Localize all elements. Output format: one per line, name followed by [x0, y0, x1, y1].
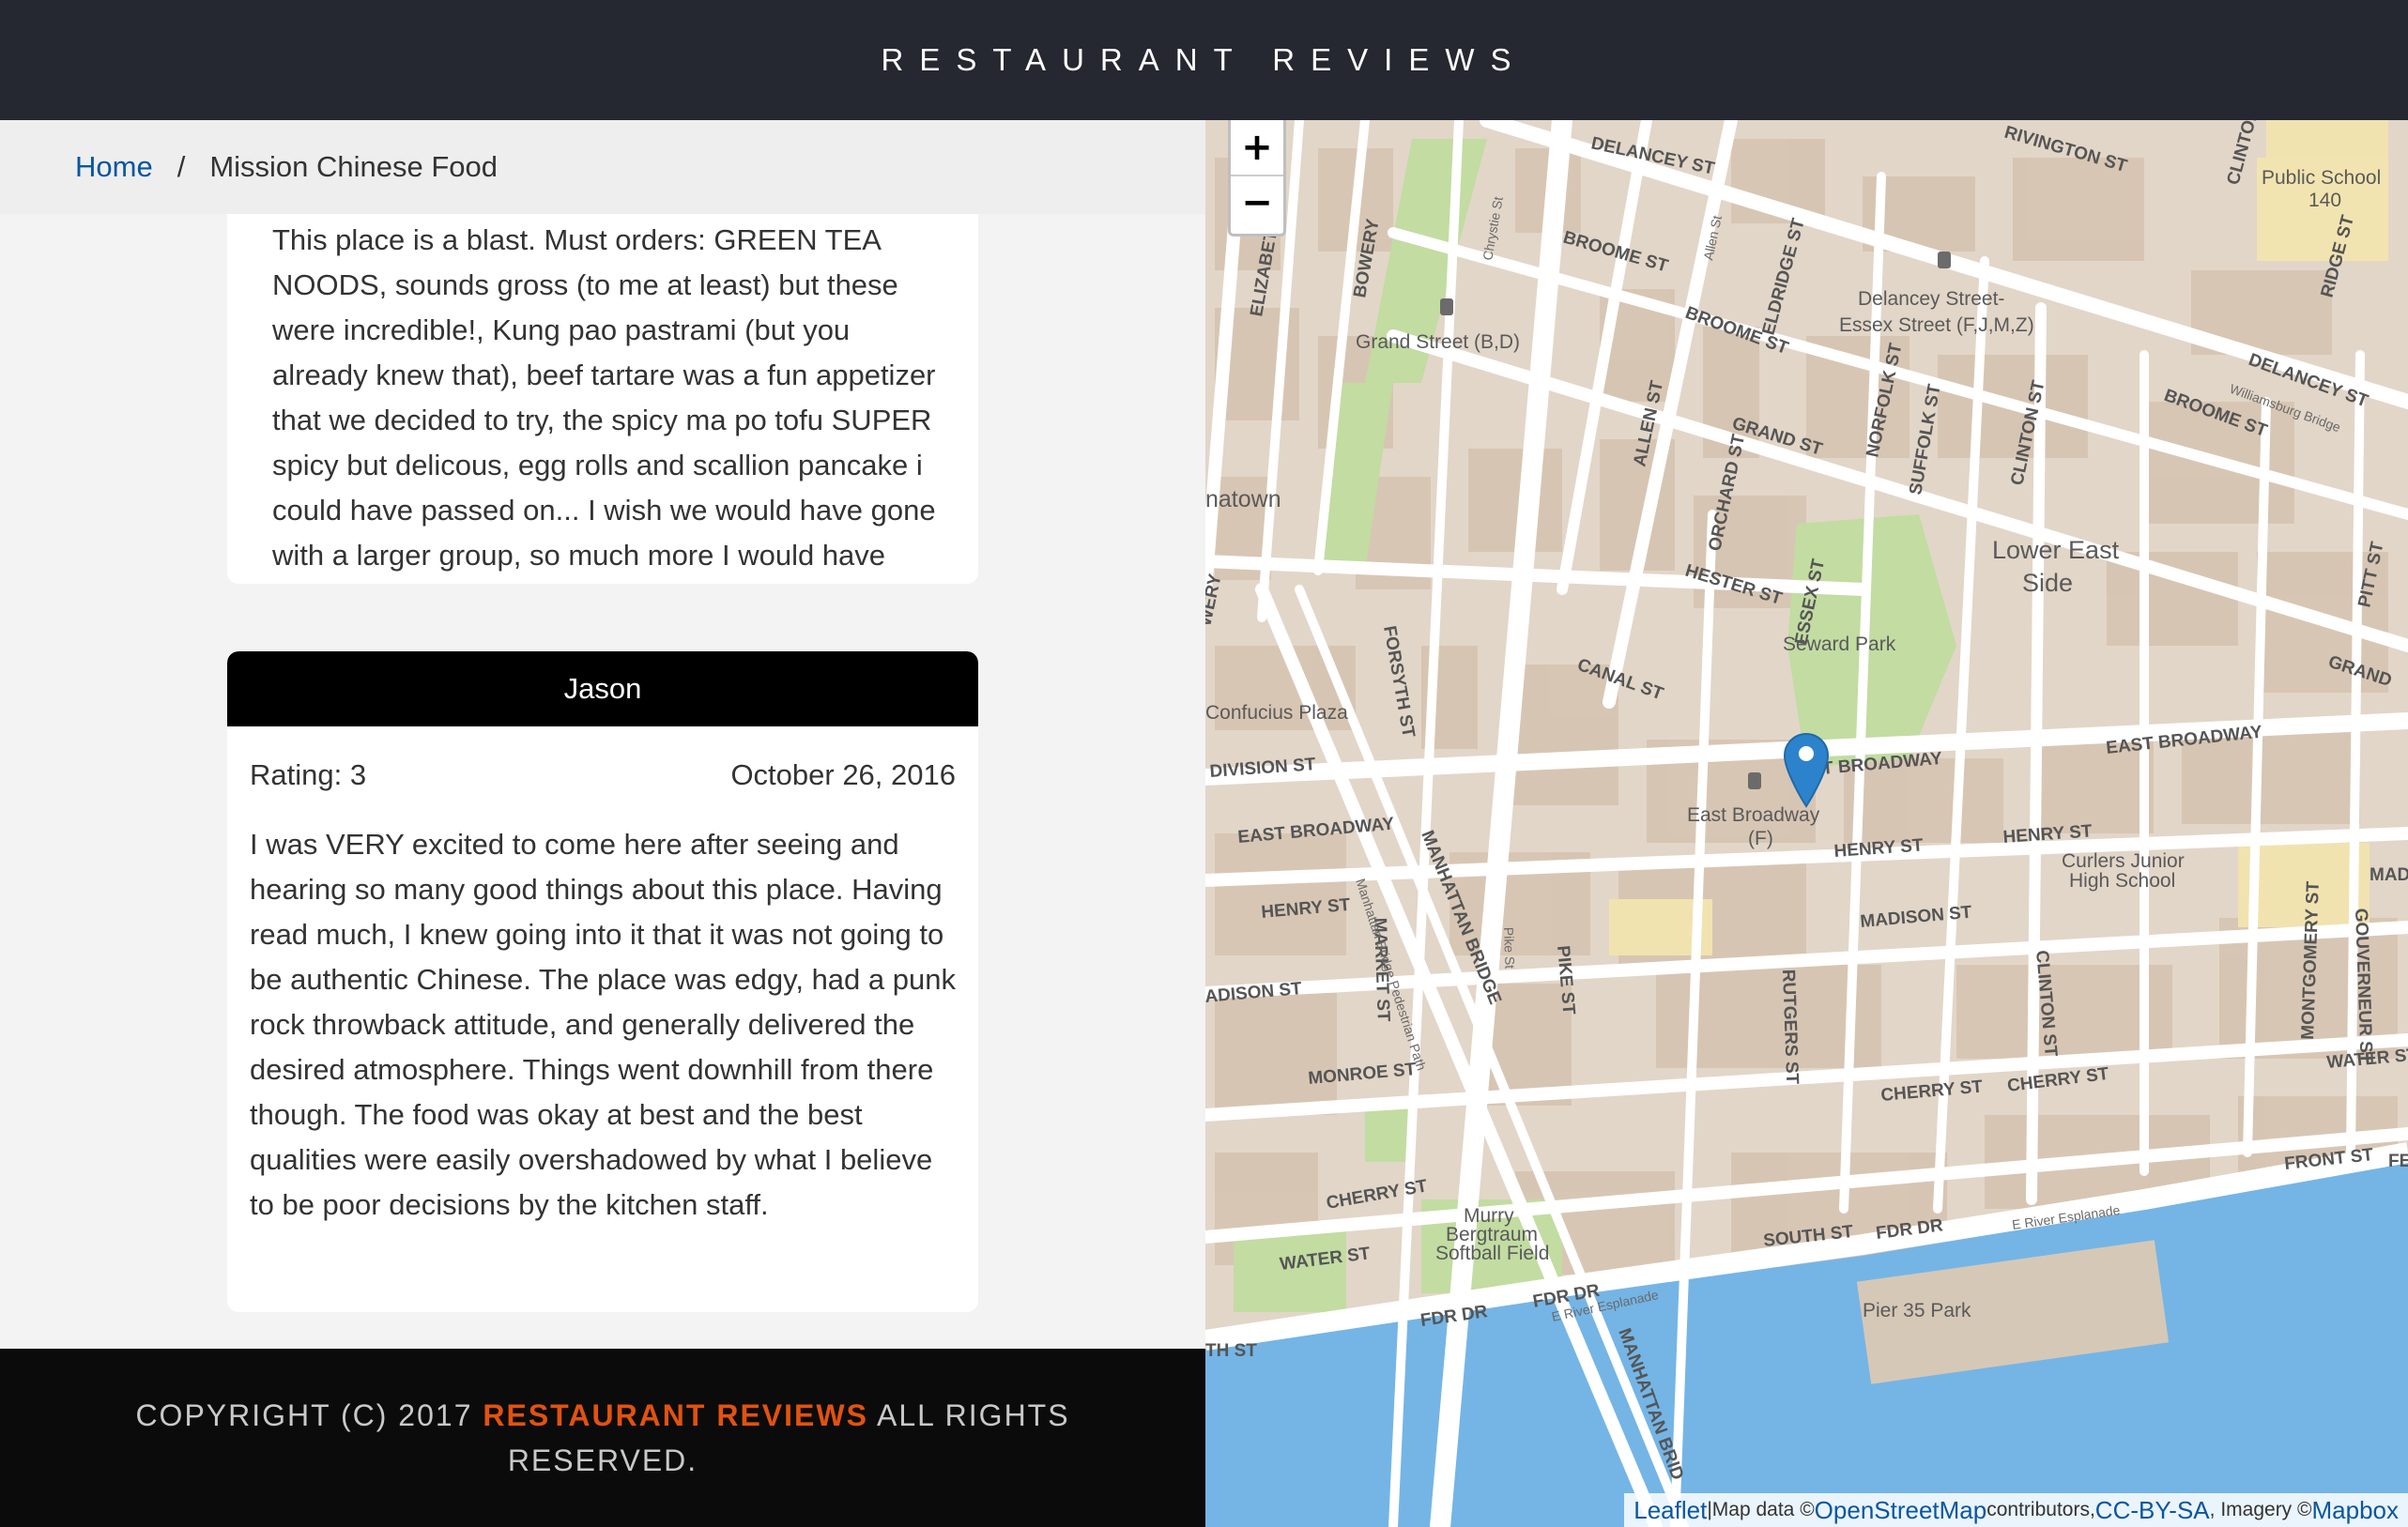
copyright-prefix: COPYRIGHT (C) 2017 — [135, 1398, 483, 1432]
review-date: October 26, 2016 — [730, 758, 956, 791]
copyright-brand[interactable]: RESTAURANT REVIEWS — [483, 1398, 868, 1432]
map-label: Pike St — [1501, 927, 1518, 970]
site-header: RESTAURANT REVIEWS — [0, 0, 2408, 120]
map-label: Essex Street (F,J,M,Z) — [1839, 314, 2034, 336]
attribution-mapdata: Map data © — [1711, 1499, 1815, 1520]
map-label: High School — [2069, 870, 2175, 892]
attribution-imagery: , Imagery © — [2209, 1499, 2312, 1520]
map-label: 140 — [2308, 190, 2341, 211]
map-label: Curlers Junior — [2062, 850, 2185, 872]
map-label: Confucius Plaza — [1205, 702, 1348, 724]
map[interactable]: DELANCEY ST RIVINGTON ST CLINTON RIDGE S… — [1205, 120, 2408, 1527]
site-title: RESTAURANT REVIEWS — [881, 42, 1527, 77]
map-label: Public School — [2262, 167, 2381, 189]
reviewer-name: Jason — [227, 651, 978, 726]
site-footer: COPYRIGHT (C) 2017 RESTAURANT REVIEWS AL… — [0, 1349, 1205, 1527]
license-link[interactable]: CC-BY-SA — [2095, 1496, 2210, 1525]
review-rating: Rating: 3 — [250, 758, 367, 791]
zoom-out-button[interactable]: − — [1231, 175, 1283, 229]
map-label: RUTGERS ST — [1778, 969, 1802, 1085]
map-tiles[interactable]: DELANCEY ST RIVINGTON ST CLINTON RIDGE S… — [1205, 120, 2408, 1527]
map-label: Softball Field — [1435, 1243, 1549, 1264]
map-label: FE — [2388, 1152, 2408, 1171]
map-label: Delancey Street- — [1858, 288, 2004, 310]
map-label: Pier 35 Park — [1863, 1300, 1971, 1321]
map-label: Side — [2022, 569, 2073, 597]
restaurant-detail-column: Home / Mission Chinese Food This place i… — [0, 120, 1205, 1349]
review-meta: Rating: 3 October 26, 2016 — [227, 726, 978, 805]
zoom-in-button[interactable]: + — [1231, 120, 1283, 175]
breadcrumb: Home / Mission Chinese Food — [0, 120, 1205, 214]
review-card: Jason Rating: 3 October 26, 2016 I was V… — [227, 651, 978, 1312]
mapbox-link[interactable]: Mapbox — [2312, 1496, 2400, 1525]
breadcrumb-home-link[interactable]: Home — [75, 150, 153, 184]
map-label: Grand Street (B,D) — [1356, 331, 1520, 353]
map-label: Lower East — [1992, 536, 2120, 564]
review-text: This place is a blast. Must orders: GREE… — [272, 223, 936, 572]
map-label: Seward Park — [1783, 634, 1896, 655]
breadcrumb-current: Mission Chinese Food — [209, 150, 498, 183]
breadcrumb-separator: / — [176, 150, 186, 183]
map-label: MADI — [2370, 865, 2408, 885]
copyright-text: COPYRIGHT (C) 2017 RESTAURANT REVIEWS AL… — [115, 1393, 1091, 1483]
osm-link[interactable]: OpenStreetMap — [1815, 1496, 1987, 1525]
map-label: natown — [1205, 486, 1281, 512]
leaflet-link[interactable]: Leaflet — [1633, 1496, 1707, 1525]
map-label: (F) — [1748, 828, 1773, 849]
review-card: This place is a blast. Must orders: GREE… — [227, 167, 978, 584]
zoom-control: + − — [1228, 120, 1286, 237]
map-attribution: Leaflet | Map data © OpenStreetMap contr… — [1624, 1493, 2408, 1527]
review-text: I was VERY excited to come here after se… — [250, 828, 956, 1221]
attribution-contributors: contributors, — [1986, 1499, 2095, 1520]
map-label: TH ST — [1205, 1341, 1257, 1361]
